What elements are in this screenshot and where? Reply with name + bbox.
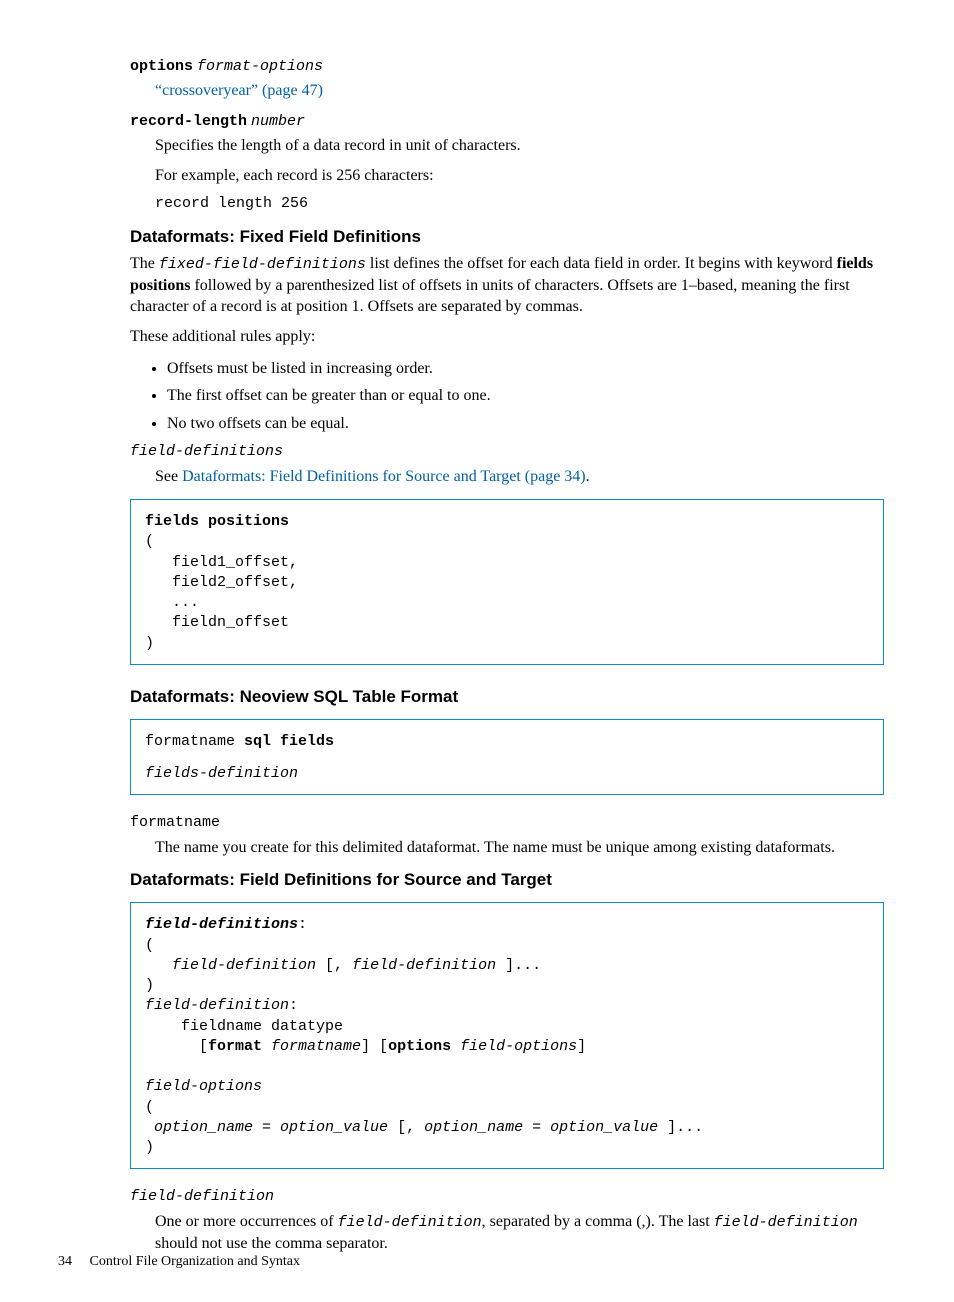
txt: should not use the comma separator.	[155, 1235, 388, 1252]
txt: )	[145, 1139, 154, 1156]
txt: (	[145, 937, 154, 954]
txt: formatname	[145, 733, 244, 750]
list-item: Offsets must be listed in increasing ord…	[167, 356, 884, 382]
txt: :	[289, 997, 298, 1014]
def-record-length-2: For example, each record is 256 characte…	[155, 165, 884, 187]
codebox-field-defs: field-definitions: ( field-definition [,…	[130, 902, 884, 1169]
txt: [,	[388, 1119, 424, 1136]
arg: field-definition	[352, 957, 496, 974]
code-block: fields positions ( field1_offset, field2…	[145, 512, 869, 654]
footer-title: Control File Organization and Syntax	[90, 1254, 301, 1269]
txt: One or more occurrences of	[155, 1213, 338, 1230]
txt	[145, 1119, 154, 1136]
link-field-defs-xref[interactable]: Dataformats: Field Definitions for Sourc…	[182, 468, 586, 485]
term-formatname: formatname	[130, 813, 884, 833]
txt: See	[155, 468, 182, 485]
code-body: ( field1_offset, field2_offset, ... fiel…	[145, 533, 298, 651]
txt: [,	[316, 957, 352, 974]
kw-record-length: record-length	[130, 113, 247, 130]
txt: fieldname datatype	[145, 1018, 343, 1035]
txt: [	[145, 1038, 208, 1055]
def-options: “crossoveryear” (page 47)	[155, 80, 884, 102]
codebox-neoview: formatname sql fields fields-definition	[130, 719, 884, 796]
rules-list: Offsets must be listed in increasing ord…	[145, 356, 884, 437]
txt: followed by a parenthesized list of offs…	[130, 277, 850, 316]
heading-field-defs-st: Dataformats: Field Definitions for Sourc…	[130, 870, 884, 890]
txt: ]	[577, 1038, 586, 1055]
code-block: field-definitions: ( field-definition [,…	[145, 915, 869, 1158]
arg: field-options	[460, 1038, 577, 1055]
kw-fields-positions: fields positions	[145, 513, 289, 530]
heading-neoview: Dataformats: Neoview SQL Table Format	[130, 687, 884, 707]
para-fixed-1: The fixed-field-definitions list defines…	[130, 253, 884, 318]
arg-fields-definition: fields-definition	[145, 765, 298, 782]
arg: option_name = option_value	[154, 1119, 388, 1136]
page-number: 34	[58, 1254, 72, 1269]
heading-fixed-field-defs: Dataformats: Fixed Field Definitions	[130, 227, 884, 247]
txt	[451, 1038, 460, 1055]
txt: ]...	[658, 1119, 703, 1136]
arg: field-definition	[145, 997, 289, 1014]
list-item: The first offset can be greater than or …	[167, 383, 884, 409]
txt: The	[130, 255, 159, 272]
txt: list defines the offset for each data fi…	[366, 255, 837, 272]
term-record-length: record-length number	[130, 110, 884, 132]
code-line-1: formatname sql fields	[145, 732, 869, 752]
txt	[145, 957, 172, 974]
list-item: No two offsets can be equal.	[167, 411, 884, 437]
def-record-length-1: Specifies the length of a data record in…	[155, 135, 884, 157]
arg: field-definition	[172, 957, 316, 974]
txt: , separated by a comma (,). The last	[482, 1213, 714, 1230]
page: options format-options “crossoveryear” (…	[0, 0, 954, 1302]
link-crossoveryear[interactable]: “crossoveryear” (page 47)	[155, 82, 323, 99]
para-rules-intro: These additional rules apply:	[130, 326, 884, 348]
arg: formatname	[271, 1038, 361, 1055]
term-options: options format-options	[130, 55, 884, 77]
page-footer: 34 Control File Organization and Syntax	[58, 1254, 300, 1270]
txt: .	[586, 468, 590, 485]
kw: options	[388, 1038, 451, 1055]
term-field-definitions: field-definitions	[130, 442, 884, 462]
code-line-2: fields-definition	[145, 764, 869, 784]
codebox-fields-positions: fields positions ( field1_offset, field2…	[130, 499, 884, 665]
txt: ] [	[361, 1038, 388, 1055]
arg: option_name = option_value	[424, 1119, 658, 1136]
code-inline: field-definition	[714, 1214, 858, 1231]
code-fixed-field-definitions: fixed-field-definitions	[159, 256, 366, 273]
def-field-definition: One or more occurrences of field-definit…	[155, 1211, 884, 1255]
arg-format-options: format-options	[197, 58, 323, 75]
arg: field-options	[145, 1078, 262, 1095]
txt: ]...	[496, 957, 541, 974]
def-formatname: The name you create for this delimited d…	[155, 837, 884, 859]
kw-options: options	[130, 58, 193, 75]
term-field-definition: field-definition	[130, 1187, 884, 1207]
txt: )	[145, 977, 154, 994]
arg-number: number	[251, 113, 305, 130]
def-field-definitions: See Dataformats: Field Definitions for S…	[155, 466, 884, 488]
txt: :	[298, 916, 307, 933]
code-inline: field-definition	[338, 1214, 482, 1231]
kw: format	[208, 1038, 262, 1055]
kw-sql-fields: sql fields	[244, 733, 334, 750]
txt: (	[145, 1099, 154, 1116]
kw: field-definitions	[145, 916, 298, 933]
code-record-length: record length 256	[155, 194, 884, 214]
txt	[262, 1038, 271, 1055]
